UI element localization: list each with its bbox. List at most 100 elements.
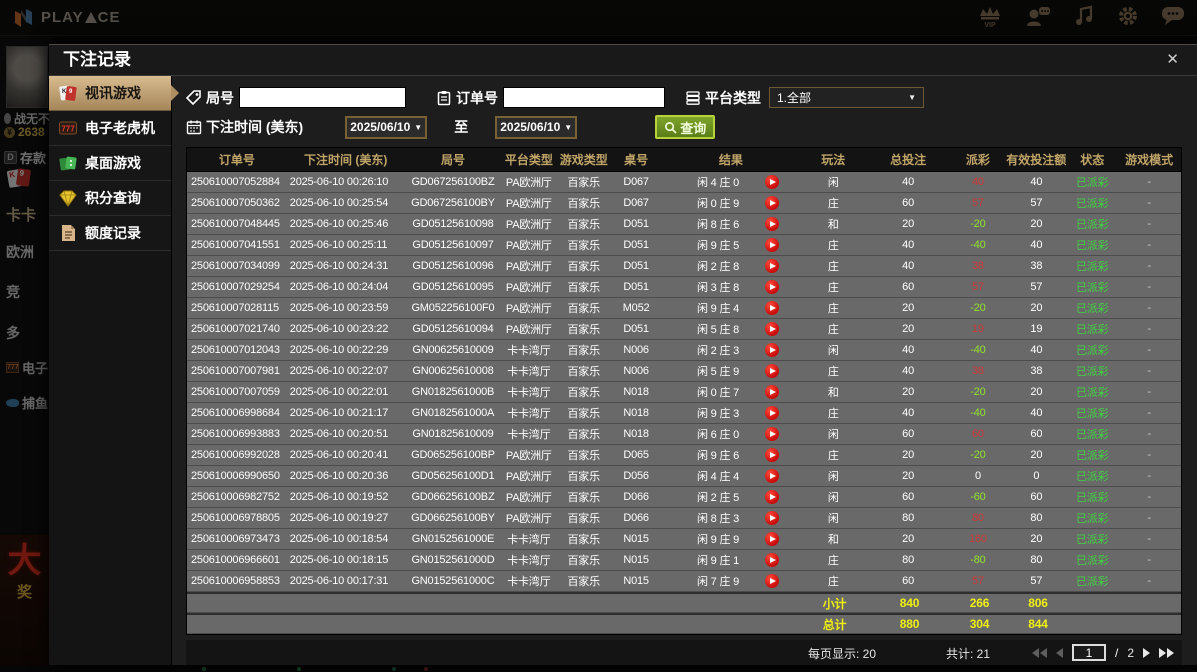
cell-bet-time: 2025-06-10 00:26:10 — [289, 176, 389, 188]
table-row: 250610007041551 2025-06-10 00:25:11 GD0512… — [187, 235, 1181, 256]
cell-game-mode: - — [1147, 491, 1151, 503]
cell-play-type: 和 — [827, 534, 839, 546]
cell-total-bet: 40 — [902, 260, 914, 272]
cell-valid-bet: 20 — [1030, 533, 1043, 545]
total-pages-label: 2 — [1127, 645, 1134, 660]
last-page-button[interactable] — [1159, 647, 1174, 658]
play-video-button[interactable] — [764, 322, 779, 336]
cell-status: 已派彩 — [1076, 261, 1109, 273]
cell-game-mode: - — [1147, 470, 1151, 482]
cell-total-bet: 40 — [902, 176, 914, 188]
close-icon[interactable]: ✕ — [1166, 51, 1179, 69]
cell-round-id: GD05125610096 — [412, 260, 494, 272]
menu-item-points-query[interactable]: 积分查询 — [49, 181, 171, 216]
cell-play-type: 庄 — [827, 555, 839, 567]
cell-round-id: GD065256100BP — [411, 449, 495, 461]
table-row: 250610006978805 2025-06-10 00:19:27 GD0662… — [187, 508, 1181, 529]
cell-order-id: 250610007007059 — [191, 386, 280, 398]
play-video-button[interactable] — [764, 259, 779, 273]
menu-item-live-games[interactable]: K 9 视讯游戏 — [49, 76, 179, 111]
play-video-button[interactable] — [764, 301, 779, 315]
date-from-picker[interactable]: 2025/06/10 ▼ — [345, 115, 428, 139]
menu-item-table-games[interactable]: 桌面游戏 — [49, 146, 171, 181]
cell-platform-type: PA欧洲厅 — [505, 177, 552, 189]
cell-result: 闲 9 庄 6 — [661, 447, 801, 463]
play-video-button[interactable] — [764, 448, 779, 462]
cell-order-id: 250610006958853 — [191, 575, 280, 587]
cell-order-id: 250610007012043 — [191, 344, 280, 356]
play-video-button[interactable] — [764, 217, 779, 231]
cell-bet-time: 2025-06-10 00:22:29 — [289, 344, 389, 356]
cell-result: 闲 2 庄 5 — [661, 489, 801, 505]
cell-table-id: D051 — [623, 281, 649, 293]
play-video-button[interactable] — [764, 490, 779, 504]
cell-order-id: 250610007048445 — [191, 218, 280, 230]
header-round-id: 局号 — [440, 153, 465, 167]
menu-item-slots[interactable]: 777 电子老虎机 — [49, 111, 171, 146]
cell-game-type: 百家乐 — [567, 576, 600, 588]
cell-play-type: 庄 — [827, 303, 839, 315]
cell-payout: 57 — [972, 197, 984, 209]
cell-game-mode: - — [1147, 176, 1151, 188]
cell-table-id: N018 — [623, 407, 649, 419]
cell-valid-bet: 57 — [1030, 281, 1043, 293]
cell-result: 闲 0 庄 9 — [661, 195, 801, 211]
cell-game-type: 百家乐 — [567, 303, 600, 315]
play-video-button[interactable] — [764, 574, 779, 588]
search-icon — [665, 121, 677, 134]
table-row: 250610006998684 2025-06-10 00:21:17 GN0182… — [187, 403, 1181, 424]
play-video-button[interactable] — [764, 175, 779, 189]
play-video-button[interactable] — [764, 511, 779, 525]
next-page-button[interactable] — [1143, 647, 1150, 658]
cell-status: 已派彩 — [1076, 177, 1109, 189]
order-id-input[interactable] — [503, 87, 665, 108]
first-page-button[interactable] — [1031, 647, 1047, 658]
play-video-button[interactable] — [764, 469, 779, 483]
play-video-button[interactable] — [764, 385, 779, 399]
subtotal-payout: 266 — [969, 596, 990, 610]
play-video-button[interactable] — [764, 427, 779, 441]
cell-play-type: 庄 — [827, 324, 839, 336]
cell-status: 已派彩 — [1076, 303, 1109, 315]
cell-table-id: N018 — [623, 386, 649, 398]
play-video-button[interactable] — [764, 280, 779, 294]
chevron-down-icon: ▼ — [564, 122, 573, 132]
round-id-input[interactable] — [239, 87, 406, 108]
table-row: 250610006990650 2025-06-10 00:20:36 GD0562… — [187, 466, 1181, 487]
platform-type-select[interactable]: 1.全部 ▼ — [769, 87, 924, 108]
search-button[interactable]: 查询 — [655, 115, 716, 139]
cell-result: 闲 9 庄 1 — [661, 552, 801, 568]
cell-round-id: GN00625610008 — [412, 365, 494, 377]
play-video-button[interactable] — [764, 406, 779, 420]
cell-play-type: 庄 — [827, 450, 839, 462]
play-video-button[interactable] — [764, 196, 779, 210]
prev-page-button[interactable] — [1055, 647, 1063, 658]
table-header-row: 订单号 下注时间 (美东) 局号 平台类型 游戏类型 桌号 结果 玩法 总投注 派彩 有效投注额 状态… — [187, 148, 1181, 172]
cell-bet-time: 2025-06-10 00:18:15 — [289, 554, 389, 566]
cell-status: 已派彩 — [1076, 198, 1109, 210]
cell-payout: 0 — [974, 470, 981, 482]
cell-platform-type: PA欧洲厅 — [505, 492, 552, 504]
cell-table-id: D051 — [623, 218, 649, 230]
cell-play-type: 庄 — [827, 366, 839, 378]
cell-game-type: 百家乐 — [567, 261, 600, 273]
cell-table-id: N006 — [623, 365, 649, 377]
play-video-button[interactable] — [764, 238, 779, 252]
cell-total-bet: 80 — [902, 512, 914, 524]
menu-item-quota-records[interactable]: 额度记录 — [49, 216, 171, 251]
header-order-id: 订单号 — [218, 153, 255, 167]
cell-status: 已派彩 — [1076, 555, 1109, 567]
date-to-picker[interactable]: 2025/06/10 ▼ — [495, 115, 578, 139]
header-status: 状态 — [1080, 153, 1105, 167]
cell-result: 闲 4 庄 0 — [661, 174, 801, 190]
play-video-button[interactable] — [764, 532, 779, 546]
play-video-button[interactable] — [764, 364, 779, 378]
play-video-button[interactable] — [764, 553, 779, 567]
cell-status: 已派彩 — [1076, 324, 1109, 336]
play-video-button[interactable] — [764, 343, 779, 357]
svg-text:777: 777 — [61, 125, 75, 134]
cell-game-mode: - — [1147, 533, 1151, 545]
cell-valid-bet: 20 — [1030, 386, 1043, 398]
cell-total-bet: 20 — [902, 218, 914, 230]
page-number-input[interactable] — [1071, 644, 1106, 661]
